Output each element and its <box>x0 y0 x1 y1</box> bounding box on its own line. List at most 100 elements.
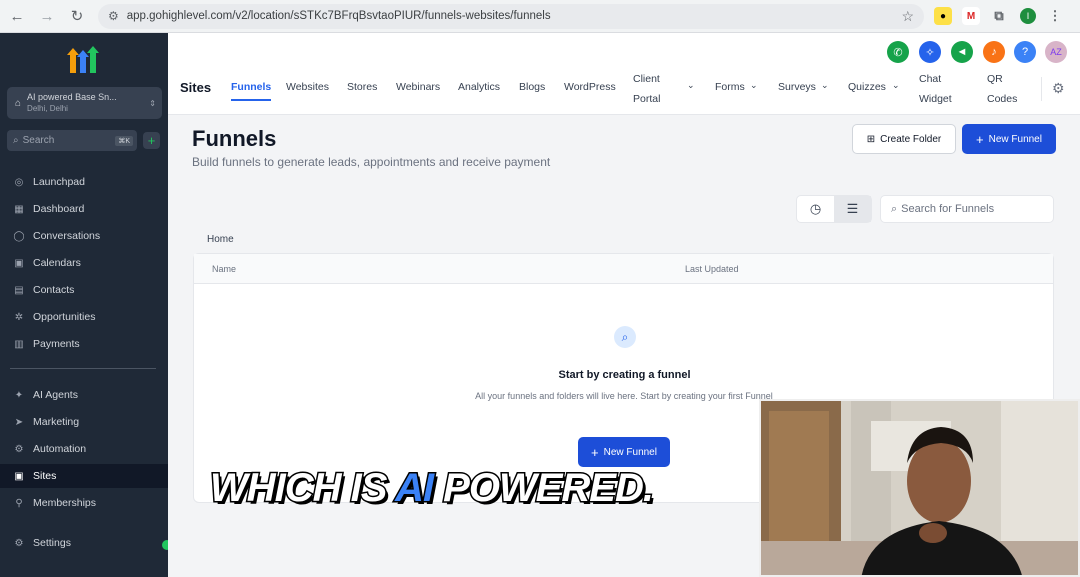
sidebar-item-launchpad[interactable]: ◎ Launchpad <box>0 170 168 194</box>
chevron-down-icon[interactable]: ⌄ <box>750 80 758 91</box>
search-icon: ⌕ <box>13 135 19 146</box>
create-folder-label: Create Folder <box>880 133 942 145</box>
sidebar-item-label: Payments <box>33 338 80 350</box>
avatar[interactable]: AZ <box>1045 41 1067 63</box>
location-switcher[interactable]: ⌂ AI powered Base Sn... Delhi, Delhi ⇕ <box>7 87 162 119</box>
tab-analytics[interactable]: Analytics <box>458 77 500 97</box>
chevron-down-icon[interactable]: ⌄ <box>821 80 829 91</box>
tab-websites[interactable]: Websites <box>286 77 329 97</box>
browser-menu-icon[interactable]: ⋮ <box>1046 7 1064 25</box>
tab-chat-widget-line2: Widget <box>919 93 952 105</box>
site-info-icon[interactable]: ⚙ <box>108 9 119 23</box>
forward-icon[interactable]: → <box>34 3 60 29</box>
extension-snapchat-icon[interactable]: ● <box>934 7 952 25</box>
tab-client-portal-line2: Portal <box>633 93 661 105</box>
sidebar-item-contacts[interactable]: ▤ Contacts <box>0 278 168 302</box>
sidebar-item-settings[interactable]: ⚙ Settings <box>0 531 168 555</box>
empty-state-title: Start by creating a funnel <box>558 369 691 381</box>
address-bar[interactable]: ⚙ app.gohighlevel.com/v2/location/sSTKc7… <box>98 3 924 29</box>
tab-client-portal-line1: Client <box>633 73 660 85</box>
sidebar-item-sites[interactable]: ▣ Sites <box>0 464 168 488</box>
presenter-video <box>761 401 1078 575</box>
contacts-icon: ▤ <box>14 284 24 296</box>
tab-qr-codes-line2: Codes <box>987 93 1018 105</box>
browser-profile-icon[interactable]: I <box>1020 8 1036 24</box>
quick-add-button[interactable]: + <box>143 132 160 149</box>
sidebar-item-label: Calendars <box>33 257 81 269</box>
funnel-search-input[interactable]: ⌕ Search for Funnels <box>880 195 1054 223</box>
tab-chat-widget[interactable]: Chat Widget <box>919 69 952 109</box>
sidebar-item-calendars[interactable]: ▣ Calendars <box>0 251 168 275</box>
sidebar-item-conversations[interactable]: ◯ Conversations <box>0 224 168 248</box>
sidebar-item-ai-agents[interactable]: ✦ AI Agents <box>0 383 168 407</box>
tab-forms[interactable]: Forms <box>715 77 745 97</box>
sidebar-item-opportunities[interactable]: ✲ Opportunities <box>0 305 168 329</box>
top-navigation: ✆ ✧ ◄ ♪ ? AZ Sites Funnels Websites Stor… <box>168 33 1080 115</box>
sidebar-search-placeholder: Search <box>22 135 55 146</box>
chevron-down-icon[interactable]: ⌄ <box>892 80 900 91</box>
announcement-icon[interactable]: ◄ <box>951 41 973 63</box>
send-icon: ➤ <box>14 416 24 428</box>
chevron-down-icon[interactable]: ⌄ <box>687 80 695 91</box>
tab-webinars[interactable]: Webinars <box>396 77 440 97</box>
column-name[interactable]: Name <box>212 264 236 274</box>
tab-client-portal[interactable]: Client Portal <box>633 69 660 109</box>
webcam-overlay <box>759 399 1080 577</box>
recent-clock-icon[interactable]: ◷ <box>797 196 834 222</box>
tab-funnels[interactable]: Funnels <box>231 77 272 101</box>
bookmark-star-icon[interactable]: ☆ <box>901 8 914 25</box>
building-icon: ⌂ <box>15 97 22 109</box>
sidebar-item-dashboard[interactable]: ▦ Dashboard <box>0 197 168 221</box>
gear-icon[interactable]: ⚙ <box>1052 80 1065 97</box>
section-title: Sites <box>180 80 212 95</box>
sparkle-icon: ✦ <box>14 389 24 401</box>
tab-qr-codes-line1: QR <box>987 73 1003 85</box>
sidebar-item-label: Dashboard <box>33 203 85 215</box>
dashboard-icon: ▦ <box>14 203 24 215</box>
help-icon[interactable]: ? <box>1014 41 1036 63</box>
membership-icon: ⚲ <box>15 497 23 509</box>
tab-stores[interactable]: Stores <box>347 77 377 97</box>
tab-surveys[interactable]: Surveys <box>778 77 816 97</box>
sidebar-item-automation[interactable]: ⚙ Automation <box>0 437 168 461</box>
sidebar-item-memberships[interactable]: ⚲ Memberships <box>0 491 168 515</box>
location-sub: Delhi, Delhi <box>27 104 68 113</box>
notification-bell-icon[interactable]: ♪ <box>983 41 1005 63</box>
automation-icon: ⚙ <box>14 443 24 455</box>
funnel-search-placeholder: Search for Funnels <box>901 203 995 215</box>
tab-blogs[interactable]: Blogs <box>519 77 545 97</box>
magic-wand-icon[interactable]: ✧ <box>919 41 941 63</box>
tab-wordpress[interactable]: WordPress <box>564 77 616 97</box>
opportunities-icon: ✲ <box>14 311 24 323</box>
empty-new-funnel-button[interactable]: + New Funnel <box>578 437 670 467</box>
tab-quizzes[interactable]: Quizzes <box>848 77 886 97</box>
app-logo <box>67 46 99 73</box>
screen: ← → ↻ ⚙ app.gohighlevel.com/v2/location/… <box>0 0 1080 577</box>
tab-chat-widget-line1: Chat <box>919 73 942 85</box>
column-last-updated[interactable]: Last Updated <box>685 264 739 274</box>
extensions-puzzle-icon[interactable]: ⧉ <box>990 7 1008 25</box>
extension-gmail-icon[interactable]: M <box>962 7 980 25</box>
sidebar-item-label: Sites <box>33 470 57 482</box>
sidebar-item-payments[interactable]: ▥ Payments <box>0 332 168 356</box>
reload-icon[interactable]: ↻ <box>64 3 90 29</box>
list-view-icon[interactable]: ☰ <box>834 196 871 222</box>
switcher-arrows-icon: ⇕ <box>149 98 156 108</box>
rocket-icon: ◎ <box>14 176 24 188</box>
breadcrumb[interactable]: Home <box>207 234 234 245</box>
new-funnel-label: New Funnel <box>988 133 1042 145</box>
sidebar-search[interactable]: ⌕ Search ⌘K <box>7 130 137 151</box>
calendar-icon: ▣ <box>14 257 24 269</box>
folder-plus-icon: ⊞ <box>866 133 876 145</box>
create-folder-button[interactable]: ⊞ Create Folder <box>852 124 956 154</box>
sidebar-item-label: AI Agents <box>33 389 78 401</box>
sidebar-item-marketing[interactable]: ➤ Marketing <box>0 410 168 434</box>
new-funnel-button[interactable]: + New Funnel <box>962 124 1056 154</box>
view-toggle: ◷ ☰ <box>796 195 872 223</box>
phone-icon[interactable]: ✆ <box>887 41 909 63</box>
caption-text-ai: AI <box>394 465 436 512</box>
table-header: Name Last Updated <box>194 254 1053 284</box>
tab-qr-codes[interactable]: QR Codes <box>987 69 1017 109</box>
browser-toolbar: ← → ↻ ⚙ app.gohighlevel.com/v2/location/… <box>0 0 1080 33</box>
back-icon[interactable]: ← <box>4 3 30 29</box>
